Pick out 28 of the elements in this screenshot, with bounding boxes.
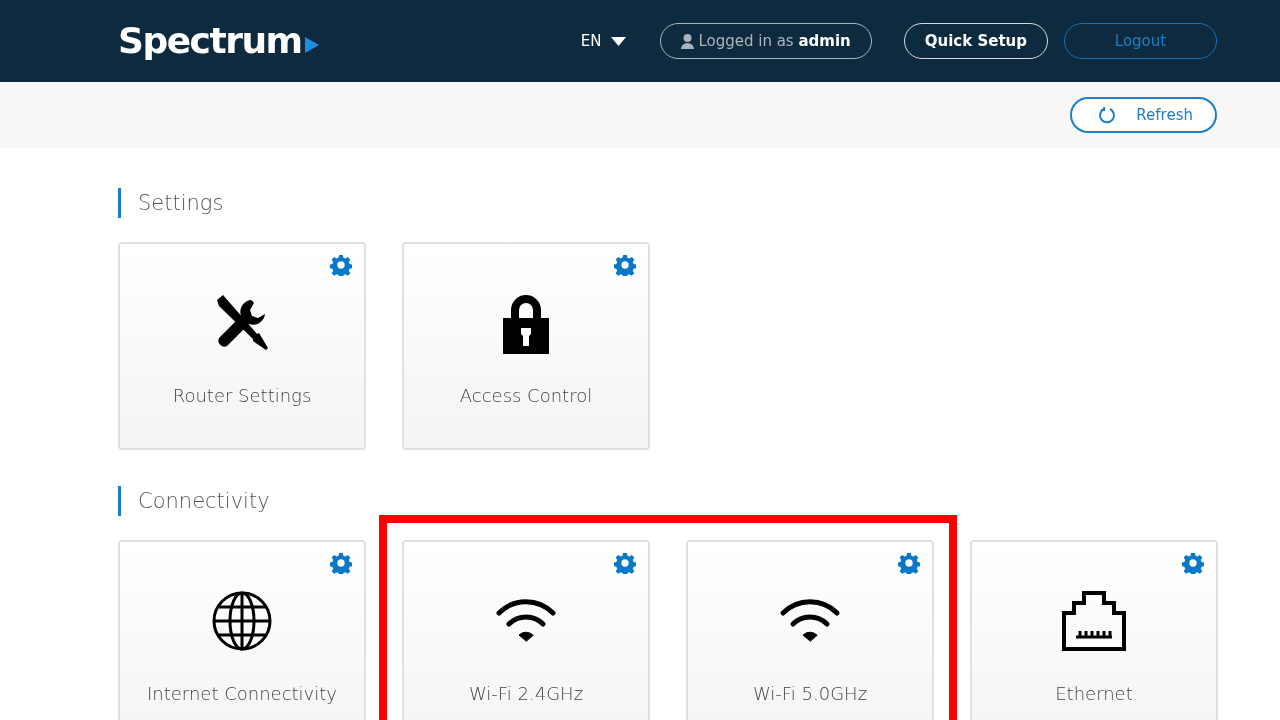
tile-label: Access Control — [459, 384, 593, 408]
tile-label: Internet Connectivity — [147, 682, 337, 706]
refresh-icon — [1098, 106, 1116, 124]
logo: Spectrum — [118, 14, 319, 68]
settings-icon[interactable] — [330, 254, 352, 276]
settings-tile[interactable]: Ethernet — [970, 540, 1218, 720]
settings-tile[interactable]: Internet Connectivity — [118, 540, 366, 720]
settings-tile[interactable]: Access Control — [402, 242, 650, 450]
section-heading: Connectivity — [118, 486, 1217, 516]
tile-label: Router Settings — [172, 384, 312, 408]
login-text: Logged in as admin — [698, 30, 851, 52]
section-heading: Settings — [118, 188, 1217, 218]
settings-icon[interactable] — [898, 552, 920, 574]
settings-tile[interactable]: Wi-Fi 2.4GHz — [402, 540, 650, 720]
tile-label: Ethernet — [1055, 682, 1133, 706]
settings-icon[interactable] — [614, 552, 636, 574]
language-dropdown[interactable]: EN — [574, 28, 633, 54]
refresh-button[interactable]: Refresh — [1070, 97, 1217, 133]
tile-label: Wi-Fi 5.0GHz — [752, 682, 868, 706]
user-icon — [681, 33, 695, 49]
caret-icon — [611, 36, 627, 46]
settings-icon[interactable] — [614, 254, 636, 276]
settings-tile[interactable]: Router Settings — [118, 242, 366, 450]
play-triangle-icon — [304, 37, 319, 53]
settings-icon[interactable] — [1182, 552, 1204, 574]
settings-tile[interactable]: Wi-Fi 5.0GHz — [686, 540, 934, 720]
tile-label: Wi-Fi 2.4GHz — [468, 682, 584, 706]
settings-icon[interactable] — [330, 552, 352, 574]
